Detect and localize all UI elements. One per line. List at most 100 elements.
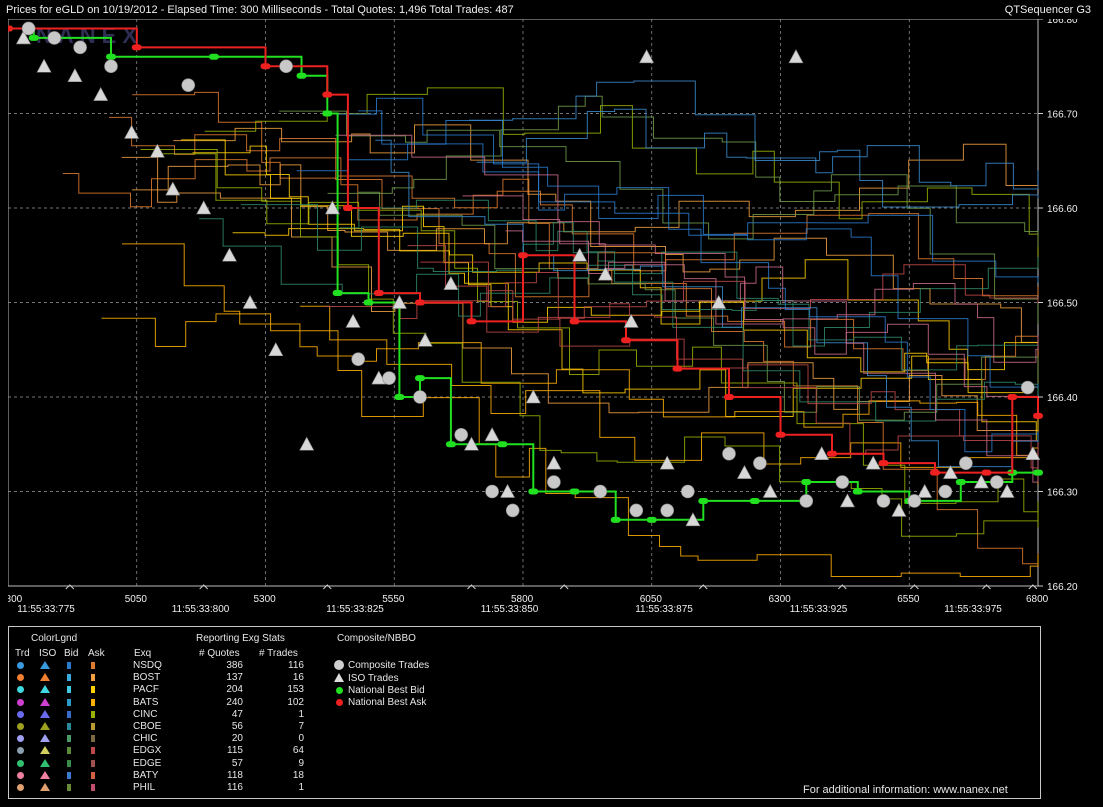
national-best-bid-mark	[106, 53, 116, 60]
trade-count: 102	[287, 696, 304, 708]
x-tick-label: 6300	[769, 594, 792, 605]
ask-swatch	[91, 674, 95, 682]
bid-swatch	[67, 686, 71, 694]
trade-count: 0	[298, 733, 304, 745]
exchange-name: PACF	[133, 684, 159, 696]
footer-link[interactable]: For additional information: www.nanex.ne…	[803, 784, 1008, 796]
composite-trade	[907, 494, 922, 508]
bid-swatch	[67, 784, 71, 791]
national-best-bid-mark	[363, 299, 374, 306]
iso-swatch	[40, 661, 50, 669]
y-tick-label: 166.40	[1047, 393, 1078, 404]
exchange-name: EDGX	[133, 745, 162, 757]
stats-header-trades: # Trades	[259, 648, 298, 659]
stats-title: Reporting Exg Stats	[196, 633, 285, 644]
national-best-bid-mark	[445, 441, 456, 448]
national-best-ask-mark	[775, 431, 786, 438]
composite-trade	[382, 371, 396, 385]
y-tick-label: 166.20	[1047, 582, 1078, 593]
trade-count: 64	[292, 745, 304, 757]
national-best-bid-mark	[1033, 469, 1043, 476]
national-best-ask-mark	[518, 252, 528, 259]
ask-swatch	[91, 723, 95, 730]
quote-count: 57	[231, 757, 243, 769]
composite-trade	[753, 456, 767, 470]
composite-trade	[680, 484, 695, 499]
trd-swatch	[17, 710, 24, 718]
national-best-ask-mark	[466, 318, 477, 325]
composite-trade	[47, 31, 62, 45]
trade-count: 1	[298, 782, 304, 793]
exchange-name: CHIC	[133, 733, 158, 745]
composite-trade	[547, 475, 561, 489]
iso-swatch	[40, 673, 50, 682]
exchange-name: EDGE	[133, 757, 162, 769]
composite-item-label: Composite Trades	[348, 660, 430, 671]
composite-item-label: National Best Ask	[348, 697, 427, 708]
col-header-bid: Bid	[64, 648, 79, 659]
composite-trade	[104, 59, 118, 74]
trd-swatch	[17, 674, 24, 682]
bid-swatch	[67, 710, 71, 718]
iso-swatch	[40, 770, 50, 779]
quote-count: 116	[227, 782, 243, 793]
quote-count: 20	[231, 733, 243, 745]
national-best-bid-mark	[332, 290, 343, 297]
y-tick-label: 166.70	[1047, 110, 1078, 121]
composite-trade	[799, 494, 814, 508]
color-legend-title: ColorLgnd	[31, 633, 78, 644]
legend-panel: ColorLgnd Trd ISO Bid Ask Exq Reporting …	[8, 626, 1041, 799]
composite-trade	[938, 484, 953, 499]
x-tick-label: 6800	[1026, 594, 1049, 605]
exchange-name: BOST	[133, 672, 161, 684]
bid-swatch	[67, 759, 71, 767]
composite-trade	[835, 475, 850, 489]
y-tick-label: 166.30	[1047, 488, 1078, 499]
national-best-bid-mark	[209, 53, 219, 60]
exchange-name: PHIL	[133, 782, 156, 793]
national-best-bid-mark	[322, 110, 333, 117]
composite-trade-icon	[334, 660, 344, 670]
x-tick-label: 5550	[382, 594, 405, 605]
national-best-bid-mark	[528, 488, 539, 495]
y-tick-label: 166.60	[1047, 204, 1078, 215]
national-best-bid-icon	[336, 687, 343, 694]
composite-trade	[279, 59, 293, 74]
trd-swatch	[17, 723, 24, 730]
national-best-ask-mark	[322, 91, 333, 98]
bid-swatch	[67, 674, 71, 682]
national-best-bid-mark	[497, 441, 508, 448]
quote-count: 386	[226, 660, 243, 671]
composite-trade	[629, 503, 644, 518]
iso-swatch	[40, 722, 50, 730]
composite-item-label: National Best Bid	[348, 685, 425, 696]
time-tick-label: 11:55:33:775	[17, 604, 75, 615]
trd-swatch	[17, 747, 24, 755]
price-chart[interactable]: NANEX 166.80166.70166.60166.50166.40166.…	[8, 19, 1078, 619]
bid-swatch	[67, 771, 71, 779]
national-best-bid-mark	[610, 516, 621, 523]
quote-count: 47	[231, 708, 243, 720]
national-best-bid-mark	[296, 72, 307, 79]
quote-count: 115	[227, 745, 243, 757]
national-best-ask-mark	[415, 299, 425, 306]
x-tick-label: 6550	[897, 594, 920, 605]
trade-count: 16	[292, 672, 304, 684]
exchange-name: NSDQ	[133, 660, 162, 671]
composite-trade	[722, 446, 736, 461]
national-best-ask-mark	[981, 469, 992, 476]
y-tick-label: 166.80	[1047, 19, 1078, 26]
ask-swatch	[91, 698, 95, 706]
iso-trade-icon	[334, 673, 344, 682]
quote-count: 204	[226, 684, 243, 696]
quote-count: 240	[226, 696, 243, 708]
national-best-bid-mark	[646, 516, 657, 523]
national-best-bid-mark	[415, 375, 425, 382]
national-best-bid-mark	[749, 497, 760, 504]
composite-trade	[989, 475, 1004, 489]
bid-swatch	[67, 662, 71, 669]
exchange-name: BATS	[133, 696, 159, 708]
iso-swatch	[40, 783, 50, 791]
national-best-bid-mark	[394, 394, 405, 400]
trd-swatch	[17, 662, 24, 669]
